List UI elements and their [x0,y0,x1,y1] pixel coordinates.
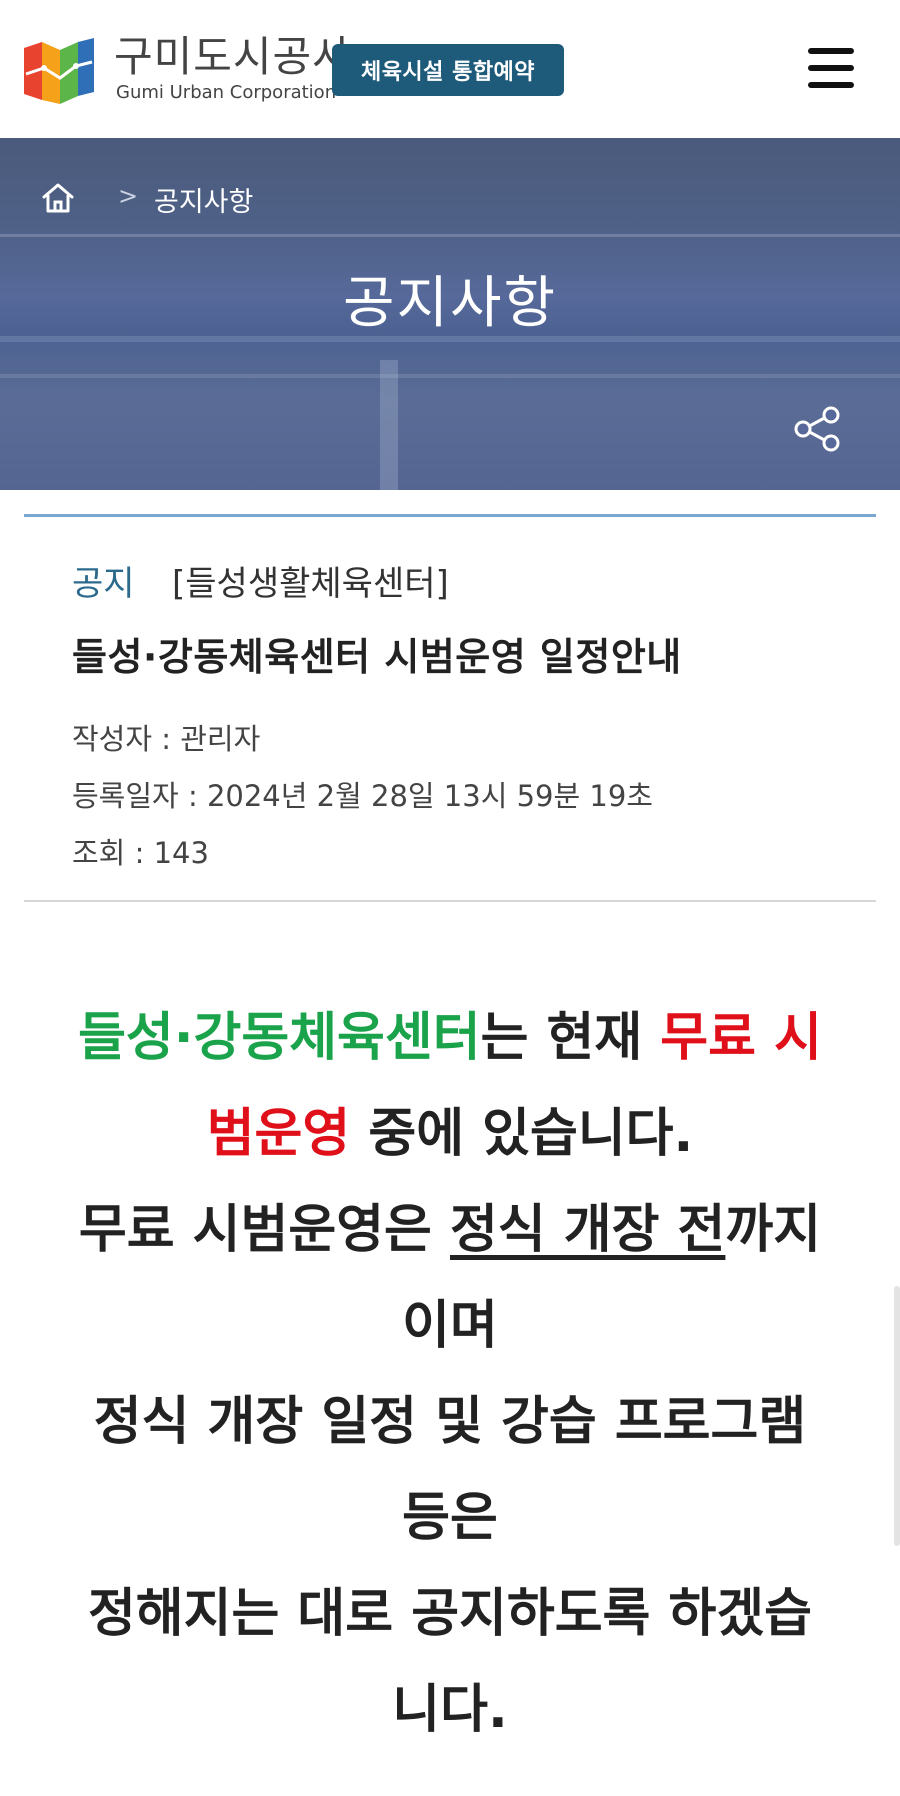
post-author: 작성자 : 관리자 [72,716,260,758]
body-line: 무료 시범운영은 정식 개장 전까지 [60,1182,840,1278]
body-line: 정식 개장 일정 및 강습 프로그램 [93,1392,807,1452]
underlined-text: 정식 개장 전 [449,1200,726,1260]
post-category: 공지 [72,564,135,604]
views-value: 143 [153,836,209,870]
logo-mark-icon[interactable] [24,38,94,104]
divider [24,514,876,517]
page-banner: > 공지사항 공지사항 [0,138,900,490]
breadcrumb-separator: > [118,182,139,210]
body-text: 까지 [725,1200,822,1260]
date-value: 2024년 2월 28일 13시 59분 19초 [206,779,653,813]
post-title: 들성·강동체육센터 시범운영 일정안내 [72,635,682,679]
post-date: 등록일자 : 2024년 2월 28일 13시 59분 19초 [72,773,653,815]
body-line: 이며 [402,1296,498,1356]
body-line: 범운영 중에 있습니다. [60,1086,840,1182]
body-line: 등은 [402,1488,498,1548]
post-body: 들성·강동체육센터는 현재 무료 시 범운영 중에 있습니다. 무료 시범운영은… [60,990,840,1758]
post-views: 조회 : 143 [72,830,209,872]
body-line: 니다. [392,1680,508,1740]
banner-decoration [380,360,398,490]
author-value: 관리자 [180,722,261,756]
logo-korean-name[interactable]: 구미도시공사 [114,36,352,78]
body-text: 는 현재 [480,1008,661,1068]
home-icon[interactable] [40,180,76,216]
highlight-green: 들성·강동체육센터 [78,1008,481,1068]
body-text: 무료 시범운영은 [78,1200,450,1260]
breadcrumb-current[interactable]: 공지사항 [154,180,253,219]
views-label: 조회 : [72,836,154,870]
body-line: 들성·강동체육센터는 현재 무료 시 [60,990,840,1086]
date-label: 등록일자 : [72,779,207,813]
author-label: 작성자 : [72,722,181,756]
highlight-red: 무료 시 [660,1008,822,1068]
banner-decoration [0,374,900,378]
scrollbar[interactable] [894,1286,900,1546]
post-subcategory: [들성생활체육센터] [172,564,449,604]
banner-decoration [0,234,900,237]
hamburger-menu-icon[interactable] [800,44,860,92]
body-line: 정해지는 대로 공지하도록 하겠습 [87,1584,813,1644]
logo-english-name[interactable]: Gumi Urban Corporation [116,84,336,102]
site-header: 구미도시공사 Gumi Urban Corporation 체육시설 통합예약 [0,0,900,138]
facility-reservation-badge[interactable]: 체육시설 통합예약 [332,44,564,96]
body-text: 중에 있습니다. [350,1104,694,1164]
page-title: 공지사항 [342,271,558,336]
divider [24,900,876,902]
share-icon[interactable] [792,404,844,454]
highlight-red: 범운영 [206,1104,351,1164]
